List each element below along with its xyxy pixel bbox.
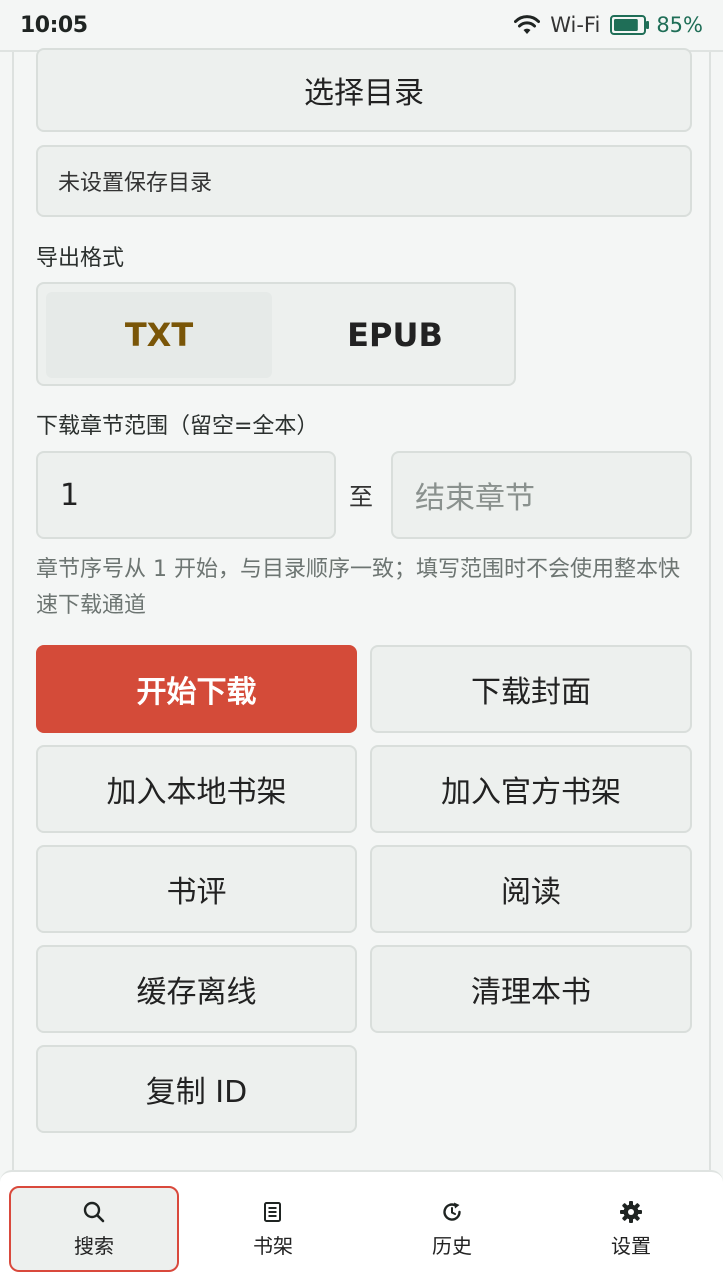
nav-item-history[interactable]: 历史: [367, 1186, 537, 1272]
history-icon: [443, 1202, 461, 1221]
book-review-button[interactable]: 书评: [36, 845, 357, 933]
nav-item-settings[interactable]: 设置: [546, 1186, 716, 1272]
bookshelf-icon: [264, 1201, 281, 1222]
export-format-label: 导出格式: [36, 246, 125, 271]
download-panel: 选择目录 未设置保存目录 导出格式 TXT EPUB 下载章节范围（留空=全本）…: [12, 48, 711, 1172]
status-time: 10:05: [20, 12, 88, 38]
nav-label-history: 历史: [432, 1233, 472, 1258]
clear-book-button[interactable]: 清理本书: [370, 945, 692, 1033]
bottom-navigation: 搜索 书架 历史 设置: [0, 1170, 723, 1286]
wifi-label: Wi-Fi: [550, 13, 601, 37]
select-directory-button[interactable]: 选择目录: [36, 48, 692, 132]
chapter-range-hint: 章节序号从 1 开始，与目录顺序一致；填写范围时不会使用整本快速下载通道: [36, 557, 680, 618]
battery-icon: [610, 15, 650, 35]
nav-item-bookshelf[interactable]: 书架: [188, 1186, 358, 1272]
range-to-label: 至: [349, 483, 373, 511]
save-directory-field: 未设置保存目录: [36, 145, 692, 217]
nav-label-search: 搜索: [74, 1233, 114, 1258]
nav-label-settings: 设置: [611, 1233, 651, 1258]
end-chapter-input[interactable]: 结束章节: [391, 451, 692, 539]
format-option-txt[interactable]: TXT: [46, 292, 272, 378]
status-bar: 10:05 Wi-Fi 85%: [0, 0, 723, 52]
export-format-selector: TXT EPUB: [36, 282, 516, 386]
read-button[interactable]: 阅读: [370, 845, 692, 933]
status-indicators: Wi-Fi 85%: [514, 13, 703, 37]
battery-percent: 85%: [656, 13, 703, 37]
search-icon: [83, 1201, 105, 1222]
gear-icon: [620, 1200, 642, 1223]
format-option-epub[interactable]: EPUB: [282, 292, 508, 378]
download-cover-button[interactable]: 下载封面: [370, 645, 692, 733]
start-download-button[interactable]: 开始下载: [36, 645, 357, 733]
nav-item-search[interactable]: 搜索: [9, 1186, 179, 1272]
copy-id-button[interactable]: 复制 ID: [36, 1045, 357, 1133]
cache-offline-button[interactable]: 缓存离线: [36, 945, 357, 1033]
chapter-range-label: 下载章节范围（留空=全本）: [36, 414, 319, 439]
start-chapter-input[interactable]: 1: [36, 451, 336, 539]
nav-label-bookshelf: 书架: [253, 1233, 293, 1258]
add-local-shelf-button[interactable]: 加入本地书架: [36, 745, 357, 833]
wifi-icon: [514, 15, 541, 34]
battery-indicator: 85%: [610, 13, 703, 37]
add-official-shelf-button[interactable]: 加入官方书架: [370, 745, 692, 833]
